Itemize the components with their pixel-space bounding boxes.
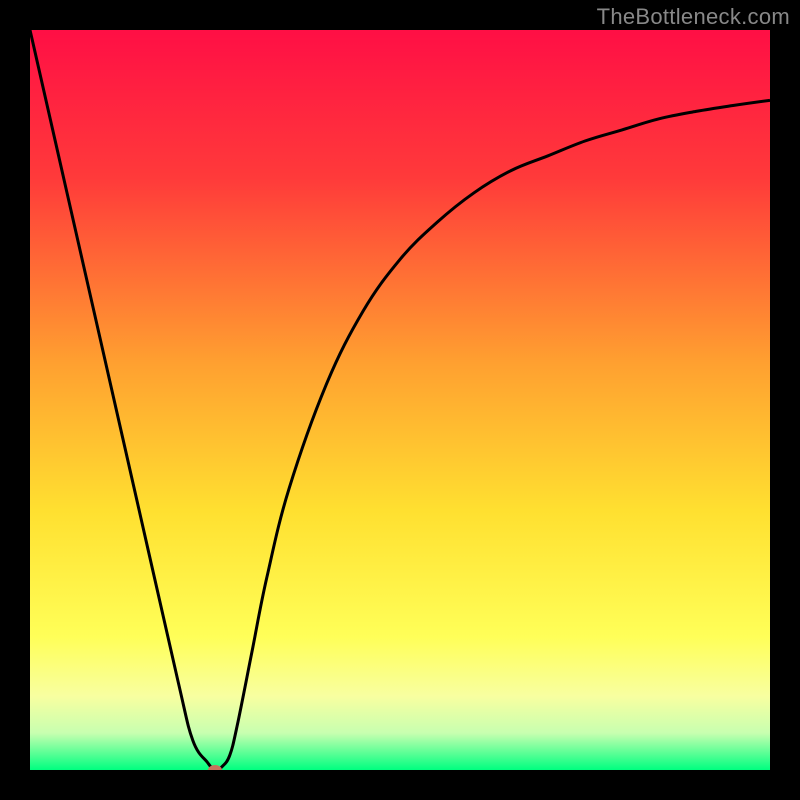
bottleneck-curve [30, 30, 770, 770]
watermark-text: TheBottleneck.com [597, 4, 790, 30]
plot-area [30, 30, 770, 770]
curve-path [30, 30, 770, 770]
chart-frame: TheBottleneck.com [0, 0, 800, 800]
